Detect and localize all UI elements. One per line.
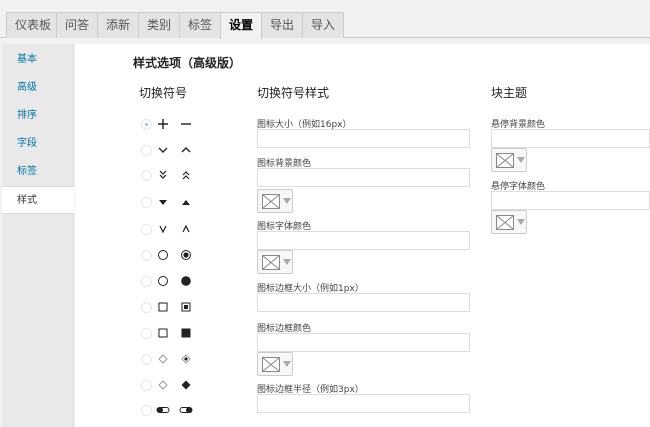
toggle-symbol-radio[interactable] <box>141 328 152 339</box>
toggle-symbol-radio[interactable] <box>141 170 152 181</box>
circle-outline-icon <box>156 247 170 263</box>
sidebar-item-fields[interactable]: 字段 <box>2 130 74 158</box>
toggle-symbol-radio[interactable] <box>141 405 152 416</box>
block-theme-heading: 块主题 <box>491 86 528 100</box>
tab-categories[interactable]: 类别 <box>138 12 181 38</box>
tab-export[interactable]: 导出 <box>261 12 304 38</box>
toggle-off-icon <box>156 402 170 418</box>
icon-bg-color-picker[interactable] <box>257 189 293 213</box>
triangle-down-icon <box>156 194 170 210</box>
square-target-icon <box>179 299 193 315</box>
circle-outline-icon <box>156 273 170 289</box>
top-tab-bar: 仪表板 问答 添新 类别 标签 设置 导出 导入 <box>0 0 650 39</box>
square-outline-icon <box>156 299 170 315</box>
caret-down-icon <box>283 198 291 204</box>
sidebar-item-basic[interactable]: 基本 <box>2 46 74 74</box>
hover-font-color-picker[interactable] <box>491 210 527 234</box>
thin-chevron-up-icon <box>179 221 193 237</box>
tab-import[interactable]: 导入 <box>302 12 345 38</box>
tab-faq[interactable]: 问答 <box>56 12 99 38</box>
caret-down-icon <box>517 219 525 225</box>
tab-dashboard[interactable]: 仪表板 <box>6 12 61 38</box>
icon-border-radius-input[interactable] <box>257 394 470 413</box>
toggle-symbol-radio[interactable] <box>141 354 152 365</box>
icon-border-color-picker[interactable] <box>257 352 293 376</box>
empty-swatch-icon <box>496 215 514 230</box>
settings-sidebar: 基本 高级 排序 字段 标签 样式 <box>2 44 74 427</box>
icon-font-color-input[interactable] <box>257 231 470 250</box>
triangle-up-icon <box>179 194 193 210</box>
sidebar-item-ordering[interactable]: 排序 <box>2 102 74 130</box>
chevron-up-icon <box>179 142 193 158</box>
toggle-symbol-radio[interactable] <box>141 276 152 287</box>
settings-panel: 样式选项（高级版） 切换符号 切换符号样式 块主题 图标大小（例如16px） 图… <box>75 44 650 427</box>
toggle-symbol-radio[interactable] <box>141 119 152 130</box>
chevron-down-icon <box>156 142 170 158</box>
hover-bg-color-input[interactable] <box>491 129 650 148</box>
toggle-symbol-radio[interactable] <box>141 224 152 235</box>
diamond-outline-icon <box>156 351 170 367</box>
icon-bg-color-input[interactable] <box>257 168 470 187</box>
toggle-symbol-heading: 切换符号 <box>139 86 188 100</box>
diamond-target-icon <box>179 351 193 367</box>
toggle-symbol-radio[interactable] <box>141 250 152 261</box>
toggle-symbol-radio[interactable] <box>141 380 152 391</box>
toggle-style-heading: 切换符号样式 <box>257 86 330 100</box>
empty-swatch-icon <box>262 255 280 270</box>
tab-settings[interactable]: 设置 <box>220 12 263 39</box>
diamond-filled-icon <box>179 377 193 393</box>
toggle-on-icon <box>179 402 193 418</box>
plus-icon <box>156 116 170 132</box>
double-chevron-down-icon <box>156 167 170 183</box>
thin-chevron-down-icon <box>156 221 170 237</box>
diamond-outline-icon <box>156 377 170 393</box>
icon-border-color-input[interactable] <box>257 333 470 352</box>
toggle-symbol-radio[interactable] <box>141 197 152 208</box>
toggle-symbol-radio[interactable] <box>141 145 152 156</box>
icon-font-color-picker[interactable] <box>257 250 293 274</box>
hover-font-color-input[interactable] <box>491 191 650 210</box>
tab-tags[interactable]: 标签 <box>179 12 222 38</box>
sidebar-item-advanced[interactable]: 高级 <box>2 74 74 102</box>
empty-swatch-icon <box>496 153 514 168</box>
hover-bg-color-picker[interactable] <box>491 148 527 172</box>
empty-swatch-icon <box>262 357 280 372</box>
square-filled-icon <box>179 325 193 341</box>
sidebar-item-styling[interactable]: 样式 <box>2 186 74 214</box>
caret-down-icon <box>283 361 291 367</box>
icon-size-input[interactable] <box>257 129 470 148</box>
icon-border-size-input[interactable] <box>257 293 470 312</box>
square-outline-icon <box>156 325 170 341</box>
toggle-symbol-radio[interactable] <box>141 302 152 313</box>
circle-target-icon <box>179 247 193 263</box>
sidebar-item-labels[interactable]: 标签 <box>2 158 74 186</box>
empty-swatch-icon <box>262 194 280 209</box>
section-title: 样式选项（高级版） <box>133 56 242 70</box>
double-chevron-up-icon <box>179 167 193 183</box>
tab-add-new[interactable]: 添新 <box>97 12 140 38</box>
caret-down-icon <box>283 259 291 265</box>
circle-filled-icon <box>179 273 193 289</box>
caret-down-icon <box>517 157 525 163</box>
minus-icon <box>179 116 193 132</box>
